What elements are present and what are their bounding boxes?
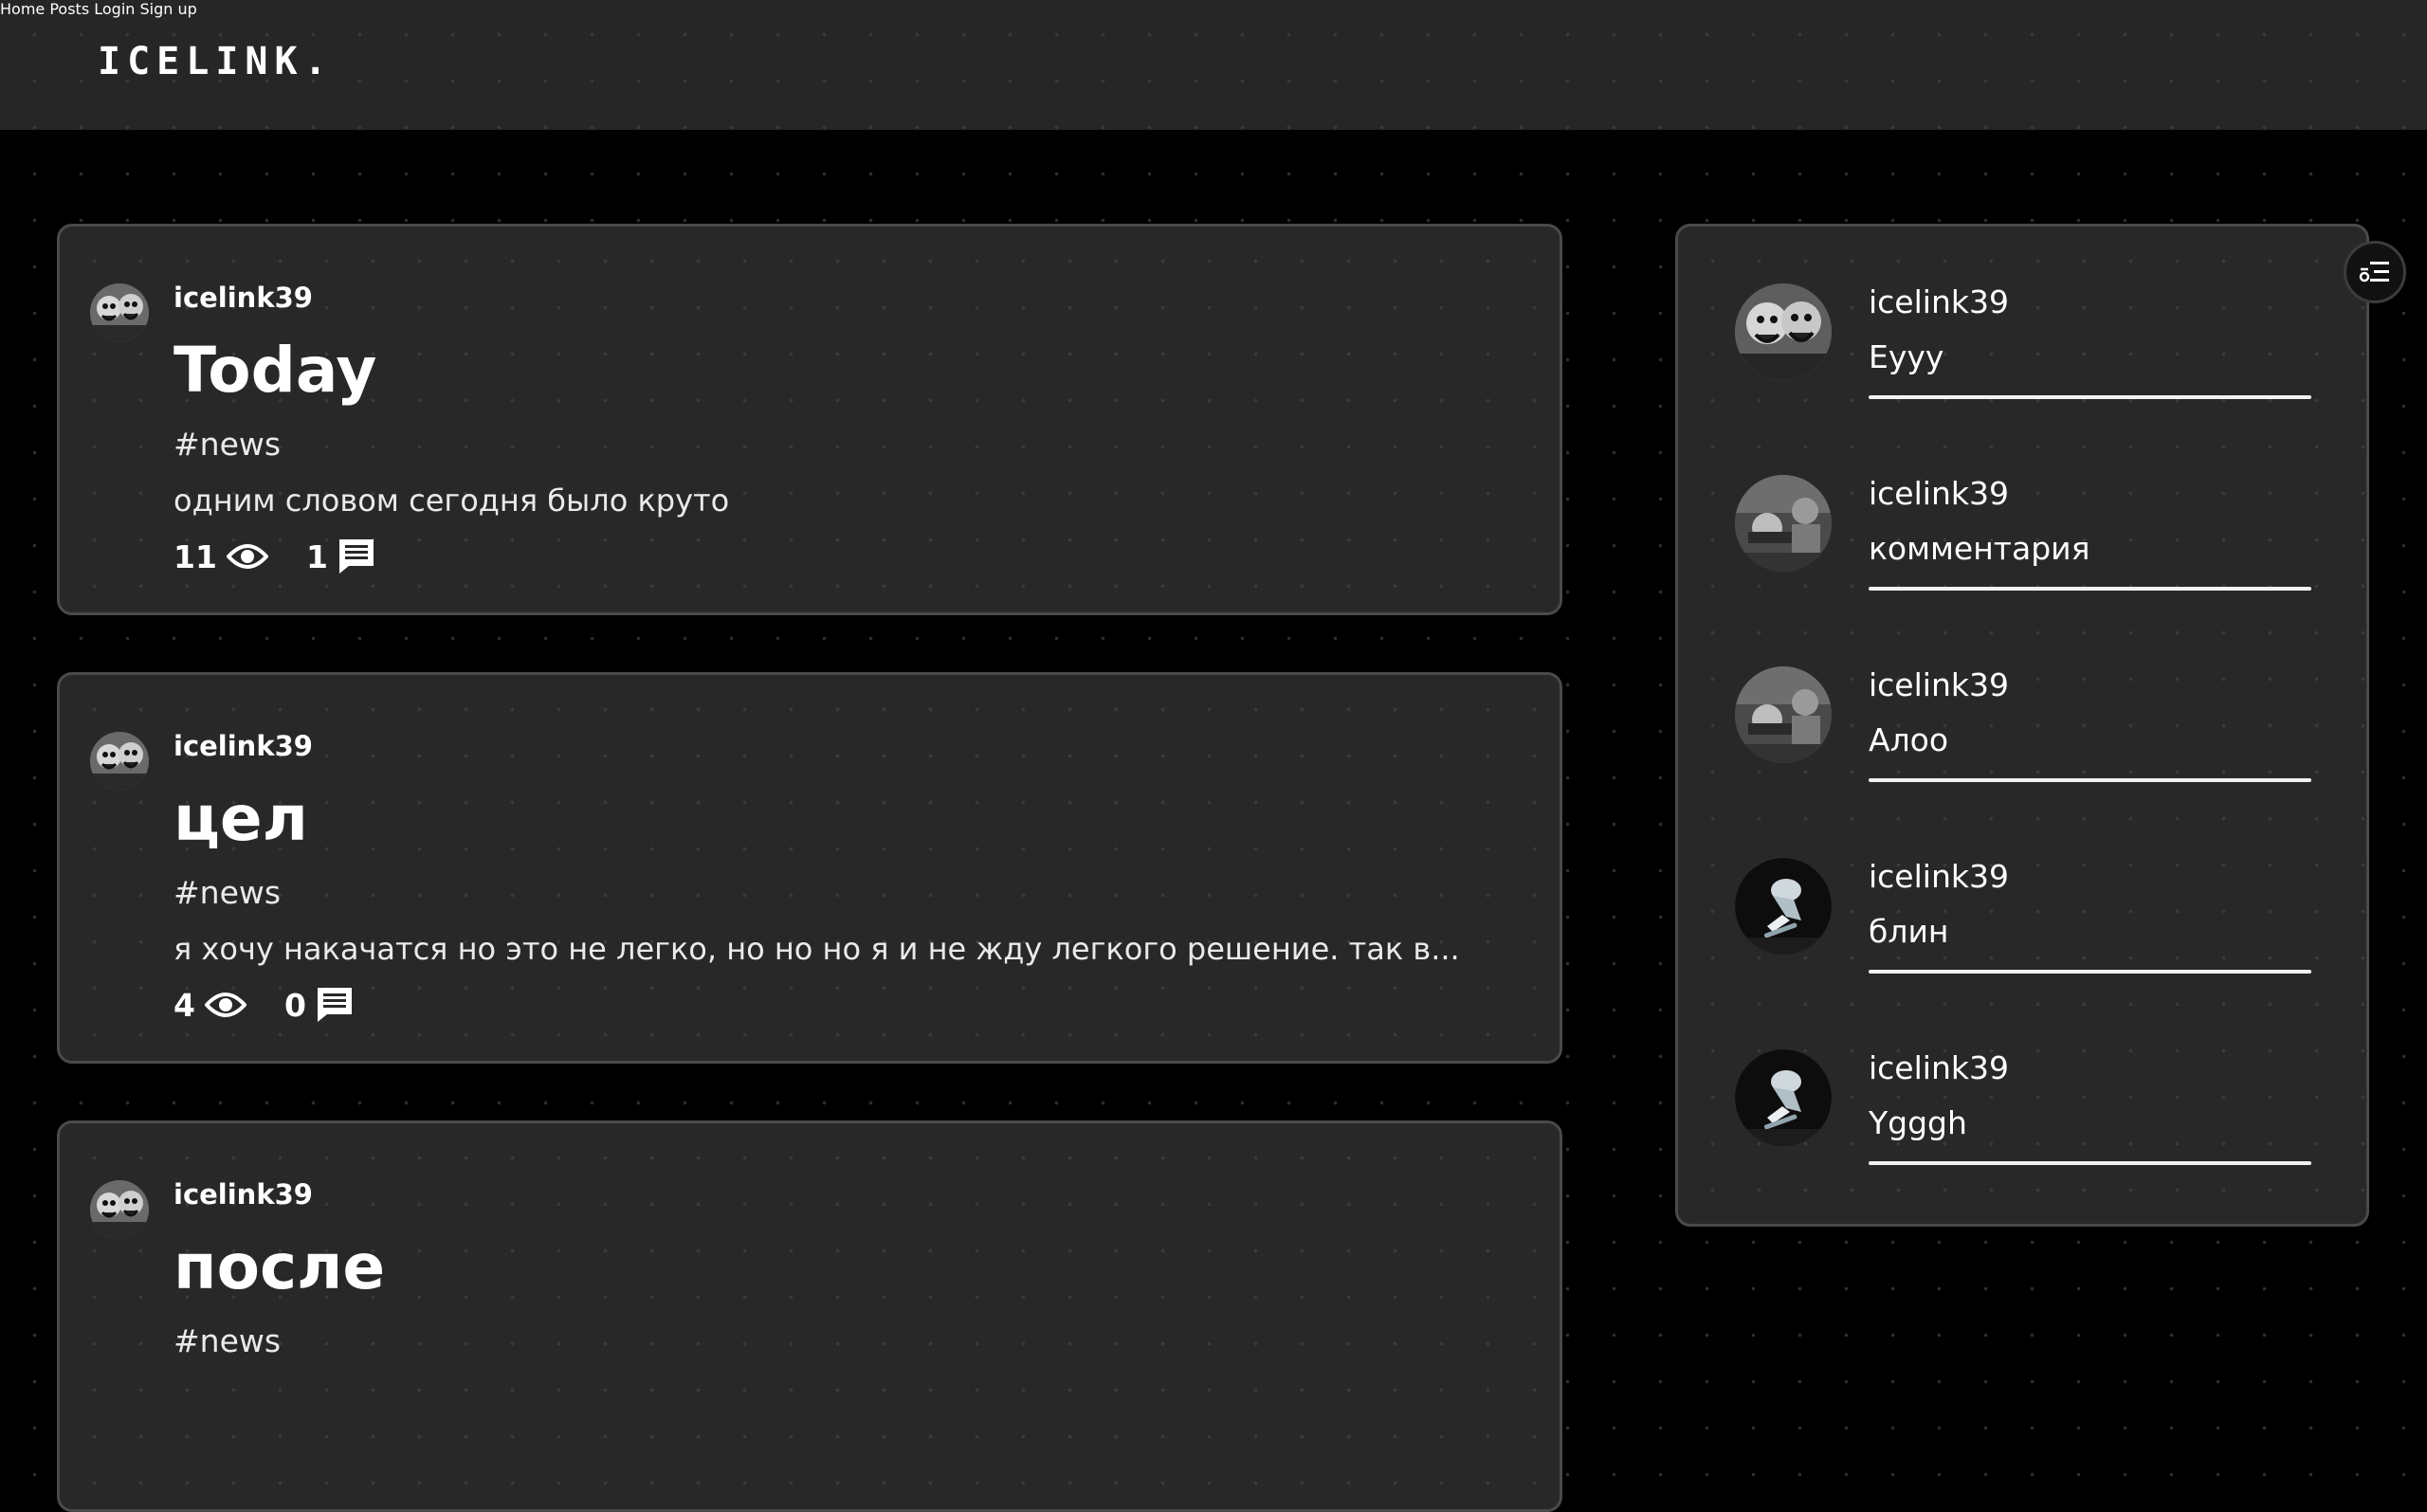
avatar[interactable] xyxy=(1735,1049,1832,1146)
comment-divider xyxy=(1869,587,2311,591)
views-count: 4 xyxy=(173,986,195,1024)
comment-item[interactable]: icelink39 Ygggh xyxy=(1678,993,2366,1184)
post-author[interactable]: icelink39 xyxy=(173,730,313,762)
post-title[interactable]: цел xyxy=(173,781,308,857)
comment-text[interactable]: Ygggh xyxy=(1869,1104,1967,1141)
comment-divider xyxy=(1869,395,2311,399)
comment-text[interactable]: комментария xyxy=(1869,530,2089,567)
post-title[interactable]: Today xyxy=(173,333,376,409)
site-logo[interactable]: ICELINK. xyxy=(98,38,334,85)
comment-text[interactable]: блин xyxy=(1869,913,1948,950)
top-navbar: ICELINK. Home Posts Login Sign up xyxy=(0,0,2427,130)
comment-author[interactable]: icelink39 xyxy=(1869,858,2009,895)
nav-signup-link[interactable]: Sign up xyxy=(140,0,197,18)
eye-icon xyxy=(226,541,268,572)
avatar[interactable] xyxy=(1735,475,1832,572)
post-tag[interactable]: #news xyxy=(173,874,281,911)
comment-text[interactable]: Eyyy xyxy=(1869,338,1943,375)
avatar[interactable] xyxy=(90,283,149,342)
avatar[interactable] xyxy=(90,1180,149,1239)
post-author[interactable]: icelink39 xyxy=(173,1178,313,1211)
comment-item[interactable]: icelink39 Eyyy xyxy=(1678,227,2366,418)
nav-posts-link[interactable]: Posts xyxy=(49,0,89,18)
post-excerpt: я хочу накачатся но это не легко, но но … xyxy=(173,931,1460,967)
recent-comments-panel: icelink39 Eyyy icelink39 комментария ice… xyxy=(1675,224,2369,1227)
comments-count: 0 xyxy=(283,986,306,1024)
post-card[interactable]: icelink39 цел #news я хочу накачатся но … xyxy=(57,672,1562,1064)
comment-item[interactable]: icelink39 блин xyxy=(1678,801,2366,993)
comment-divider xyxy=(1869,778,2311,782)
comment-divider xyxy=(1869,1161,2311,1165)
comment-author[interactable]: icelink39 xyxy=(1869,666,2009,703)
avatar[interactable] xyxy=(1735,666,1832,763)
post-stats: 4 0 xyxy=(173,984,392,1026)
eye-icon xyxy=(204,990,246,1020)
filter-toggle-button[interactable] xyxy=(2344,241,2406,303)
post-author[interactable]: icelink39 xyxy=(173,282,313,314)
post-card[interactable]: icelink39 Today #news одним словом сегод… xyxy=(57,224,1562,615)
filter-icon xyxy=(2359,260,2391,284)
avatar[interactable] xyxy=(1735,283,1832,380)
avatar[interactable] xyxy=(1735,858,1832,955)
avatar[interactable] xyxy=(90,732,149,791)
comment-icon xyxy=(316,986,354,1024)
comments-stat: 0 xyxy=(284,986,354,1024)
nav-home-link[interactable]: Home xyxy=(0,0,45,18)
post-tag[interactable]: #news xyxy=(173,1322,281,1359)
comment-author[interactable]: icelink39 xyxy=(1869,283,2009,320)
comments-stat: 1 xyxy=(306,537,375,575)
comment-text[interactable]: Алоо xyxy=(1869,721,1948,758)
comment-author[interactable]: icelink39 xyxy=(1869,1049,2009,1086)
comment-icon xyxy=(338,537,375,575)
comments-count: 1 xyxy=(305,537,328,575)
comment-divider xyxy=(1869,970,2311,974)
post-excerpt: одним словом сегодня было круто xyxy=(173,483,730,519)
post-stats: 11 1 xyxy=(173,536,413,577)
post-tag[interactable]: #news xyxy=(173,426,281,463)
views-stat: 11 xyxy=(173,538,268,575)
views-count: 11 xyxy=(173,537,217,575)
comment-author[interactable]: icelink39 xyxy=(1869,475,2009,512)
views-stat: 4 xyxy=(173,987,246,1024)
nav-login-link[interactable]: Login xyxy=(94,0,135,18)
post-card[interactable]: icelink39 после #news xyxy=(57,1120,1562,1512)
post-title[interactable]: после xyxy=(173,1230,385,1305)
comment-item[interactable]: icelink39 комментария xyxy=(1678,418,2366,610)
comment-item[interactable]: icelink39 Алоо xyxy=(1678,610,2366,801)
